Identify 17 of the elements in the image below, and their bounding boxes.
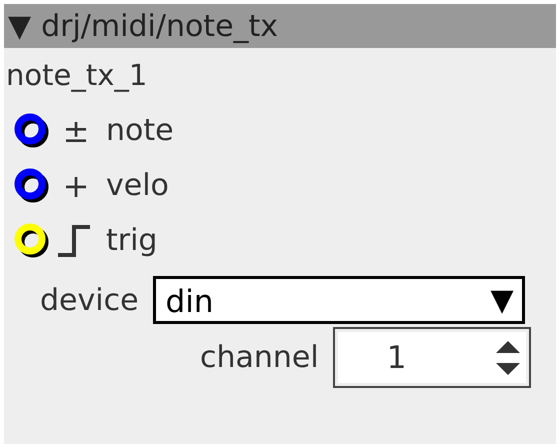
port-icon[interactable]	[14, 168, 50, 204]
node-name: note_tx_1	[5, 57, 148, 94]
spin-arrows-icon[interactable]	[494, 338, 521, 376]
node-type-title: drj/midi/note_tx	[41, 8, 278, 44]
device-label: device	[40, 282, 139, 318]
port-icon[interactable]	[14, 222, 50, 258]
channel-spinbox[interactable]: 1	[332, 327, 531, 388]
port-icon[interactable]	[14, 112, 50, 148]
channel-label: channel	[200, 340, 319, 375]
collapse-toggle[interactable]: ▼	[8, 8, 32, 44]
port-type-symbol: ±	[62, 114, 90, 146]
port-label: velo	[106, 168, 169, 203]
device-dropdown[interactable]: din ▼	[152, 276, 525, 324]
port-label: note	[106, 113, 174, 148]
port-label: trig	[106, 223, 158, 258]
port-type-symbol: +	[62, 170, 90, 202]
step-icon	[58, 224, 90, 258]
